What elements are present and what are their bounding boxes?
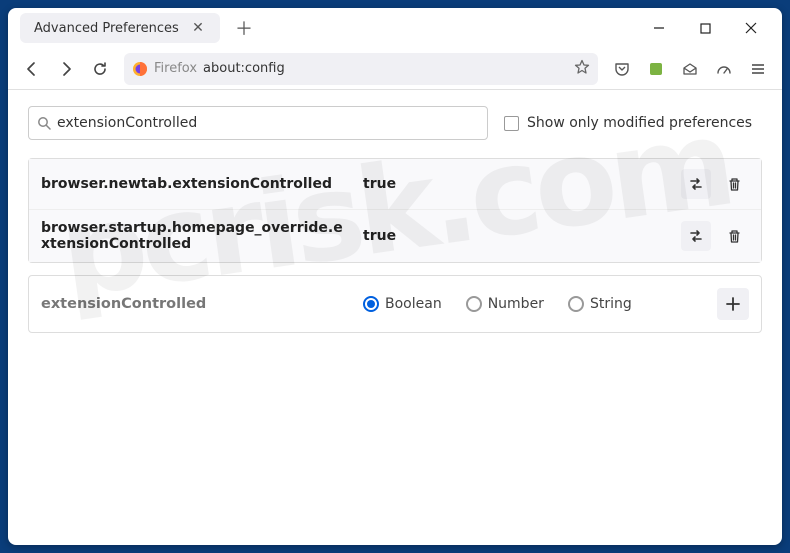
delete-button[interactable] (719, 169, 749, 199)
radio-icon (466, 296, 482, 312)
type-radio-boolean[interactable]: Boolean (363, 296, 442, 312)
mail-icon[interactable] (674, 53, 706, 85)
delete-button[interactable] (719, 221, 749, 251)
add-pref-row: extensionControlled Boolean Number Strin… (28, 275, 762, 333)
menu-button[interactable] (742, 53, 774, 85)
titlebar: Advanced Preferences ✕ ＋ (8, 8, 782, 48)
search-icon (37, 116, 51, 130)
plus-icon (726, 297, 740, 311)
type-radio-string[interactable]: String (568, 296, 632, 312)
radio-label: String (590, 296, 632, 312)
trash-icon (727, 229, 742, 244)
url-scheme: Firefox (154, 61, 197, 76)
url-bar[interactable]: Firefox (124, 53, 598, 85)
reload-button[interactable] (84, 53, 116, 85)
maximize-button[interactable] (682, 8, 728, 48)
page-content: pcrisk.com Show only modified preference… (8, 90, 782, 545)
show-modified-checkbox[interactable]: Show only modified preferences (504, 115, 752, 131)
trash-icon (727, 177, 742, 192)
toggle-button[interactable] (681, 169, 711, 199)
radio-label: Boolean (385, 296, 442, 312)
pref-name: browser.startup.homepage_override.extens… (41, 220, 351, 252)
minimize-button[interactable] (636, 8, 682, 48)
pref-row: browser.newtab.extensionControlled true (29, 159, 761, 210)
toggle-icon (688, 228, 704, 244)
search-row: Show only modified preferences (28, 106, 762, 140)
preference-list: browser.newtab.extensionControlled true … (28, 158, 762, 263)
new-tab-button[interactable]: ＋ (230, 14, 258, 42)
type-options: Boolean Number String (363, 296, 705, 312)
close-window-button[interactable] (728, 8, 774, 48)
checkbox-icon (504, 116, 519, 131)
bookmark-star-icon[interactable] (574, 59, 590, 79)
search-input[interactable] (57, 115, 479, 131)
radio-icon (568, 296, 584, 312)
radio-icon (363, 296, 379, 312)
firefox-logo-icon (132, 61, 148, 77)
toggle-icon (688, 176, 704, 192)
extension-icon[interactable] (640, 53, 672, 85)
forward-button[interactable] (50, 53, 82, 85)
pref-name: browser.newtab.extensionControlled (41, 176, 351, 192)
pocket-icon[interactable] (606, 53, 638, 85)
checkbox-label: Show only modified preferences (527, 115, 752, 131)
add-button[interactable] (717, 288, 749, 320)
toggle-button[interactable] (681, 221, 711, 251)
search-box[interactable] (28, 106, 488, 140)
tab-title: Advanced Preferences (34, 21, 182, 36)
pref-value: true (363, 176, 669, 192)
pref-row: browser.startup.homepage_override.extens… (29, 210, 761, 262)
back-button[interactable] (16, 53, 48, 85)
type-radio-number[interactable]: Number (466, 296, 544, 312)
add-pref-name: extensionControlled (41, 296, 351, 312)
dashboard-icon[interactable] (708, 53, 740, 85)
radio-label: Number (488, 296, 544, 312)
browser-window: Advanced Preferences ✕ ＋ Firefox (8, 8, 782, 545)
nav-toolbar: Firefox (8, 48, 782, 90)
browser-tab[interactable]: Advanced Preferences ✕ (20, 13, 220, 43)
url-input[interactable] (203, 61, 568, 76)
pref-value: true (363, 228, 669, 244)
close-tab-icon[interactable]: ✕ (190, 20, 206, 36)
